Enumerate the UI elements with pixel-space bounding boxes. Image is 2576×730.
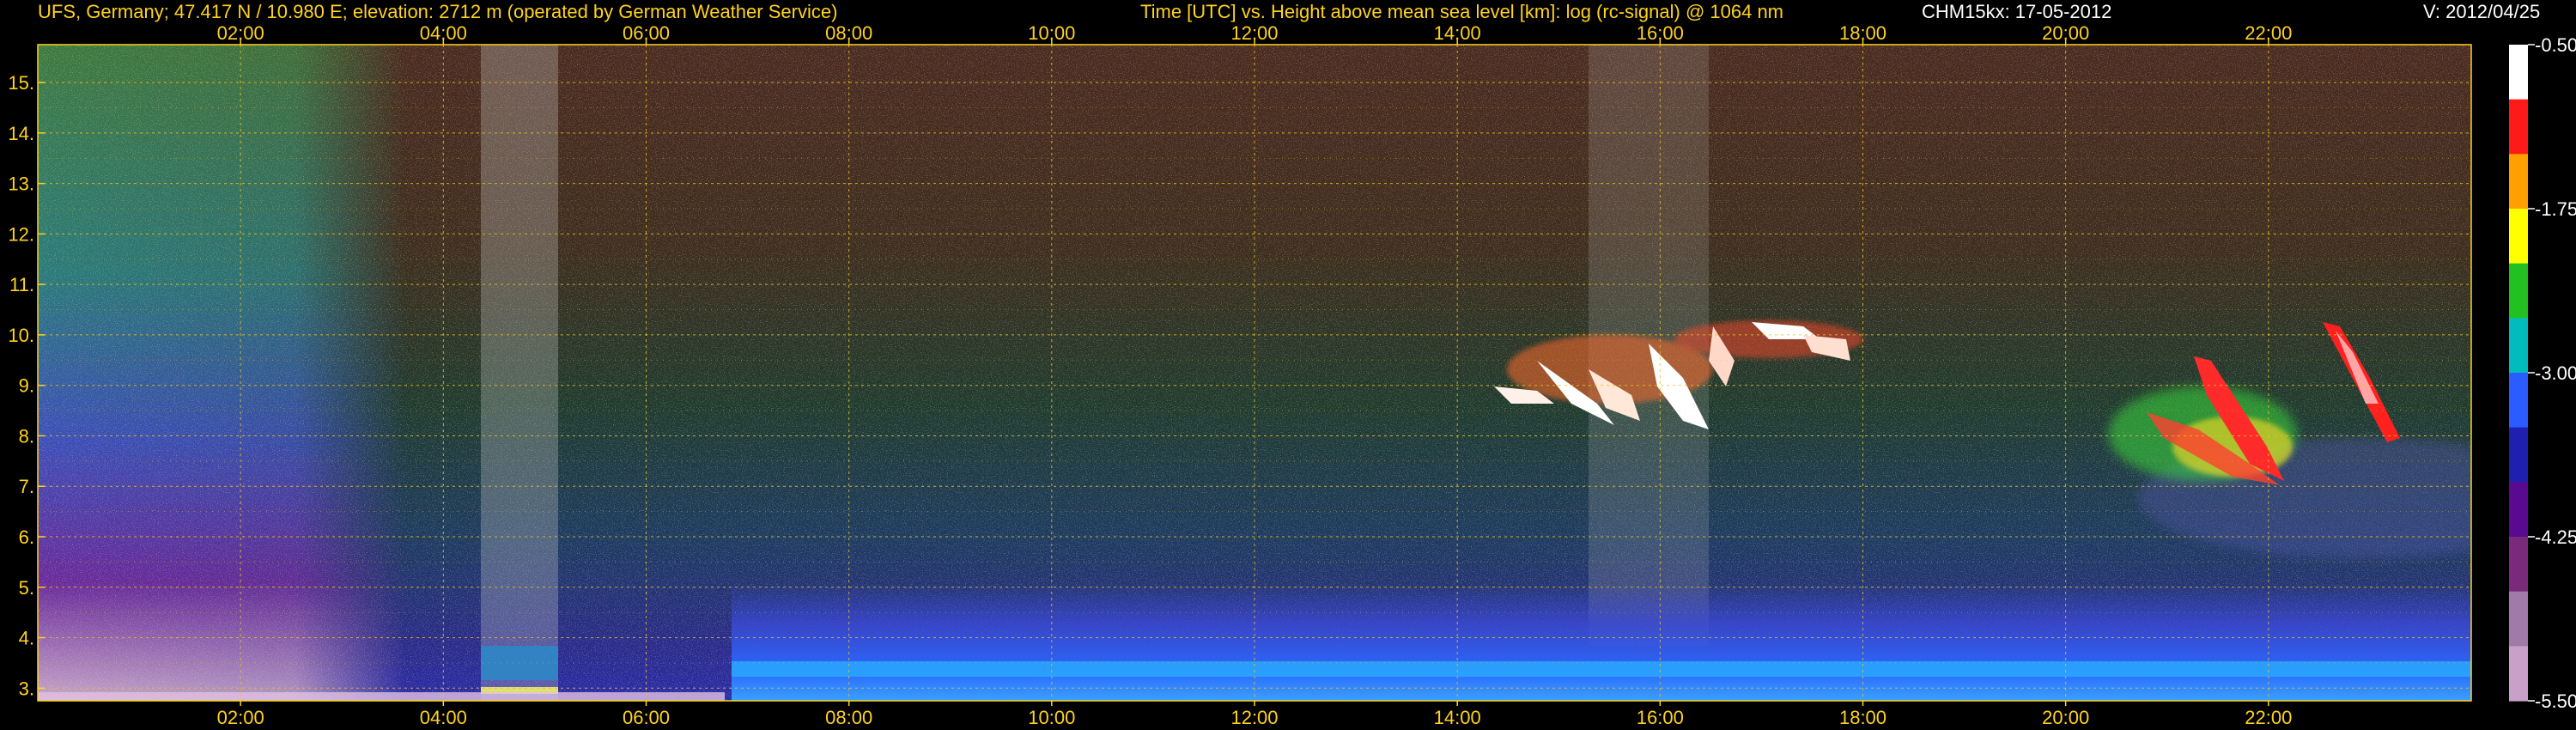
x-tick-label-top: 14:00 [1434,22,1481,44]
x-tick-label-bottom: 20:00 [2042,707,2089,728]
x-tick-label-top: 20:00 [2042,22,2089,44]
colorbar-swatch [2509,591,2528,647]
y-tick-label: 11. [9,274,34,295]
x-tick-label-top: 16:00 [1637,22,1684,44]
colorbar-tick-label: -1.75 [2535,198,2576,220]
x-tick-label-top: 18:00 [1839,22,1886,44]
x-tick-label-top: 10:00 [1028,22,1075,44]
x-tick-label-bottom: 18:00 [1839,707,1886,728]
colorbar-swatch [2509,373,2528,429]
x-tick-label-top: 08:00 [825,22,872,44]
colorbar-swatch [2509,318,2528,374]
x-tick-label-top: 06:00 [623,22,670,44]
colorbar: -0.50 -1.75 -3.00 -4.25 -5.50 [2509,34,2576,712]
y-tick-label: 7. [19,476,34,497]
colorbar-swatch [2509,45,2528,100]
colorbar-tick-label: -0.50 [2535,34,2576,56]
colorbar-swatch [2509,427,2528,483]
x-tick-label-bottom: 02:00 [217,707,264,728]
surface-signal [38,692,725,701]
x-tick-label-top: 02:00 [217,22,264,44]
y-tick-label: 14. [8,123,34,144]
boundary-layer-core [732,661,2471,677]
colorbar-swatch [2509,646,2528,702]
x-tick-label-bottom: 10:00 [1028,707,1075,728]
colorbar-swatch [2509,99,2528,155]
x-tick-label-top: 04:00 [420,22,467,44]
noise-column [481,45,558,701]
y-tick-label: 5. [19,577,34,599]
y-tick-label: 8. [19,425,34,447]
x-tick-label-bottom: 06:00 [623,707,670,728]
y-tick-label: 6. [19,526,34,548]
y-tick-label: 9. [19,375,34,397]
colorbar-tick-label: -4.25 [2535,526,2576,548]
colorbar-swatch [2509,209,2528,265]
x-tick-label-bottom: 12:00 [1230,707,1278,728]
x-tick-label-top: 22:00 [2245,22,2292,44]
x-tick-label-top: 12:00 [1230,22,1278,44]
x-tick-label-bottom: 04:00 [420,707,467,728]
y-tick-label: 15. [8,72,34,94]
y-tick-label: 3. [19,678,34,699]
boundary-layer [732,584,2471,701]
colorbar-swatch [2509,537,2528,593]
colorbar-tick-label: -5.50 [2535,690,2576,712]
colorbar-tick-label: -3.00 [2535,362,2576,384]
y-tick-label: 10. [8,325,34,346]
colorbar-swatch [2509,154,2528,210]
colorbar-swatch [2509,263,2528,319]
y-tick-label: 13. [8,173,34,195]
x-tick-label-bottom: 14:00 [1434,707,1481,728]
y-tick-label: 4. [19,628,34,649]
x-tick-label-bottom: 08:00 [825,707,872,728]
ceilometer-chart: 02:00 02:00 04:00 04:00 06:00 06:00 08:00 08:00… [8,22,2576,728]
colorbar-swatch [2509,482,2528,538]
x-tick-label-bottom: 22:00 [2245,707,2292,728]
x-tick-label-bottom: 16:00 [1637,707,1684,728]
y-tick-label: 12. [8,223,34,245]
